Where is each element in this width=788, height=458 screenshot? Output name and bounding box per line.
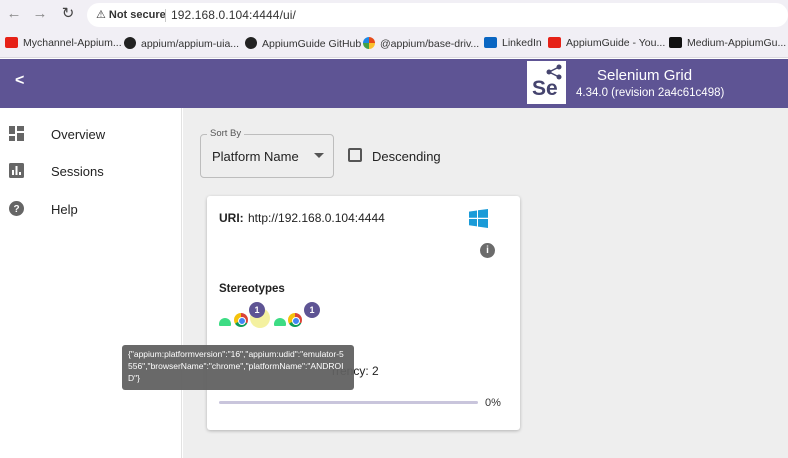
security-indicator[interactable]: ⚠ Not secure bbox=[96, 8, 166, 21]
bookmark-item[interactable]: AppiumGuide GitHub bbox=[245, 37, 361, 50]
app-version: 4.34.0 (revision 2a4c61c498) bbox=[576, 87, 725, 99]
warning-icon: ⚠ bbox=[96, 9, 106, 21]
sidebar-item-sessions[interactable]: Sessions bbox=[0, 153, 182, 189]
youtube-icon bbox=[548, 37, 561, 48]
url-text[interactable]: 192.168.0.104:4444/ui/ bbox=[171, 8, 296, 22]
bookmark-label: Medium-AppiumGu... bbox=[687, 37, 787, 49]
load-progress-bar bbox=[219, 401, 478, 404]
progress-percent: 0% bbox=[485, 397, 501, 409]
svg-text:?: ? bbox=[13, 204, 19, 215]
bookmark-label: Mychannel-Appium... bbox=[23, 37, 122, 49]
bookmark-item[interactable]: appium/appium-uia... bbox=[124, 37, 239, 50]
stereotype-count-badge[interactable]: 1 bbox=[249, 302, 265, 318]
caret-down-icon[interactable] bbox=[314, 153, 324, 158]
sort-by-label: Sort By bbox=[207, 128, 245, 139]
bookmarks-bar: Mychannel-Appium... appium/appium-uia...… bbox=[0, 29, 788, 58]
android-icon bbox=[219, 318, 231, 326]
youtube-icon bbox=[5, 37, 18, 48]
descending-checkbox[interactable] bbox=[348, 148, 362, 162]
app-title: Selenium Grid bbox=[597, 67, 693, 84]
bookmark-label: appium/appium-uia... bbox=[141, 38, 240, 50]
linkedin-icon bbox=[484, 37, 497, 48]
browser-toolbar: ← → ↻ ⚠ Not secure 192.168.0.104:4444/ui/ bbox=[0, 0, 788, 29]
bar-chart-icon bbox=[9, 163, 24, 178]
github-icon bbox=[124, 37, 136, 49]
security-label: Not secure bbox=[108, 9, 166, 21]
sidebar-item-label: Sessions bbox=[51, 164, 104, 179]
medium-icon bbox=[669, 37, 682, 48]
bookmark-label: @appium/base-driv... bbox=[380, 38, 480, 50]
uri-value: http://192.168.0.104:4444 bbox=[248, 211, 385, 225]
sidebar-item-label: Help bbox=[51, 202, 78, 217]
descending-label[interactable]: Descending bbox=[372, 149, 441, 164]
address-bar[interactable]: ⚠ Not secure 192.168.0.104:4444/ui/ bbox=[87, 3, 788, 27]
reload-icon[interactable]: ↻ bbox=[60, 6, 76, 22]
divider bbox=[165, 9, 166, 22]
dashboard-icon bbox=[9, 126, 24, 141]
android-icon bbox=[274, 318, 286, 326]
sidebar-item-label: Overview bbox=[51, 127, 106, 142]
arrow-left-icon[interactable]: ← bbox=[6, 6, 22, 22]
sidebar-item-overview[interactable]: Overview bbox=[0, 116, 182, 152]
stereotype-tooltip: {"appium:platformversion":"16","appium:u… bbox=[122, 345, 354, 390]
help-icon: ? bbox=[9, 201, 24, 216]
bookmark-item[interactable]: Mychannel-Appium... bbox=[5, 37, 122, 49]
chevron-left-icon[interactable]: < bbox=[15, 72, 24, 90]
bookmark-label: LinkedIn bbox=[502, 37, 542, 49]
bookmark-item[interactable]: LinkedIn bbox=[484, 37, 542, 49]
selenium-logo: Se bbox=[527, 61, 566, 104]
chrome-icon bbox=[234, 313, 248, 327]
uri-label: URI: bbox=[219, 211, 244, 225]
sidebar: Overview Sessions ? Help bbox=[0, 108, 182, 458]
windows-icon bbox=[469, 209, 488, 228]
info-icon[interactable]: i bbox=[480, 243, 495, 258]
chrome-icon bbox=[288, 313, 302, 327]
bookmark-label: AppiumGuide GitHub bbox=[262, 38, 362, 50]
stereotype-count-badge[interactable]: 1 bbox=[304, 302, 320, 318]
stereotypes-label: Stereotypes bbox=[219, 283, 285, 295]
bookmark-item[interactable]: AppiumGuide - You... bbox=[548, 37, 665, 49]
bookmark-item[interactable]: Medium-AppiumGu... bbox=[669, 37, 786, 49]
bookmark-item[interactable]: @appium/base-driv... bbox=[363, 37, 479, 50]
sidebar-item-help[interactable]: ? Help bbox=[0, 191, 182, 227]
arrow-right-icon[interactable]: → bbox=[32, 6, 48, 22]
logo-text: Se bbox=[532, 77, 558, 100]
bookmark-label: AppiumGuide - You... bbox=[566, 37, 666, 49]
github-icon bbox=[245, 37, 257, 49]
sort-by-value[interactable]: Platform Name bbox=[212, 149, 299, 164]
site-icon bbox=[363, 37, 375, 49]
